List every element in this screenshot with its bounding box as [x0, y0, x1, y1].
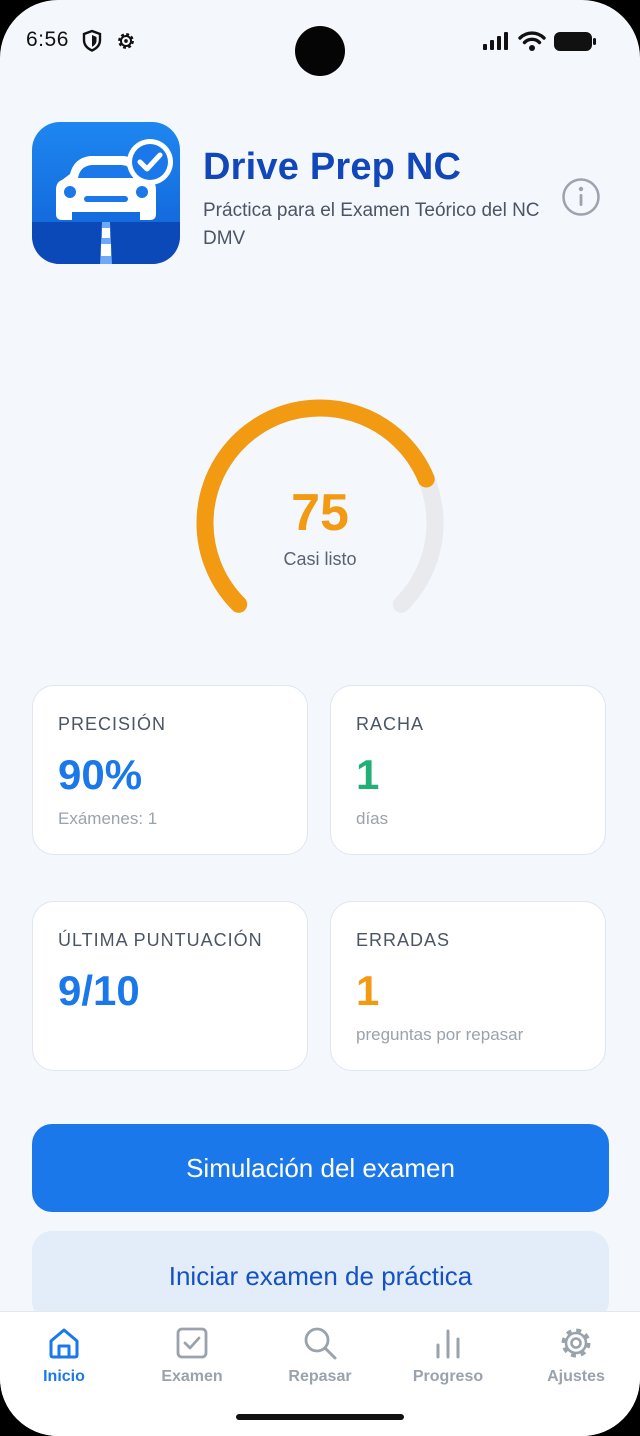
stat-caption: Exámenes: 1	[58, 809, 158, 828]
stat-card-last-score: ÚLTIMA PUNTUACIÓN 9/10	[32, 901, 308, 1071]
nav-label: Inicio	[43, 1368, 85, 1385]
car-check-icon	[32, 122, 180, 264]
status-time: 6:56	[26, 28, 69, 51]
readiness-label: Casi listo	[283, 549, 357, 569]
stat-caption: preguntas por repasar	[356, 1025, 524, 1044]
stat-value: 90%	[58, 751, 143, 798]
info-icon[interactable]	[561, 177, 601, 217]
nav-item-repasar[interactable]: Repasar	[256, 1312, 384, 1402]
nav-item-progreso[interactable]: Progreso	[384, 1312, 512, 1402]
stat-card-accuracy: PRECISIÓN 90% Exámenes: 1	[32, 685, 308, 855]
stat-label: ÚLTIMA PUNTUACIÓN	[58, 930, 263, 950]
home-indicator	[236, 1414, 404, 1420]
stat-value: 1	[356, 751, 380, 798]
app-title: Drive Prep NC	[203, 146, 462, 188]
checkbox-icon	[176, 1327, 208, 1359]
stat-card-streak: RACHA 1 días	[330, 685, 606, 855]
nav-label: Examen	[161, 1368, 223, 1385]
stat-label: PRECISIÓN	[58, 714, 167, 734]
wifi-icon	[518, 31, 546, 51]
gear-icon	[561, 1328, 591, 1358]
signal-icon	[483, 32, 508, 50]
stat-value: 9/10	[58, 967, 140, 1014]
readiness-score: 75	[291, 484, 349, 542]
nav-label: Repasar	[288, 1368, 352, 1385]
stat-card-missed: ERRADAS 1 preguntas por repasar	[330, 901, 606, 1071]
exam-simulation-button[interactable]: Simulación del examen	[32, 1124, 609, 1212]
battery-icon	[554, 32, 596, 51]
nav-label: Ajustes	[547, 1368, 605, 1385]
status-bar: 6:56	[0, 0, 640, 84]
stat-value: 1	[356, 967, 380, 1014]
nav-item-inicio[interactable]: Inicio	[0, 1312, 128, 1402]
home-icon	[49, 1328, 79, 1359]
bar-chart-icon	[436, 1329, 460, 1359]
start-practice-exam-button[interactable]: Iniciar examen de práctica	[32, 1231, 609, 1321]
app-screen: 6:56 Drive Prep NC Práctica para el Exam…	[0, 0, 640, 1436]
shield-icon	[82, 29, 102, 52]
front-camera	[295, 26, 345, 76]
stat-label: RACHA	[356, 714, 425, 734]
nav-label: Progreso	[412, 1368, 484, 1385]
nav-item-ajustes[interactable]: Ajustes	[512, 1312, 640, 1402]
stat-caption: días	[356, 809, 389, 828]
search-icon	[304, 1327, 337, 1360]
gear-icon	[118, 33, 134, 49]
nav-item-examen[interactable]: Examen	[128, 1312, 256, 1402]
stat-label: ERRADAS	[356, 930, 451, 950]
app-subtitle: Práctica para el Examen Teórico del NC D…	[203, 200, 540, 249]
